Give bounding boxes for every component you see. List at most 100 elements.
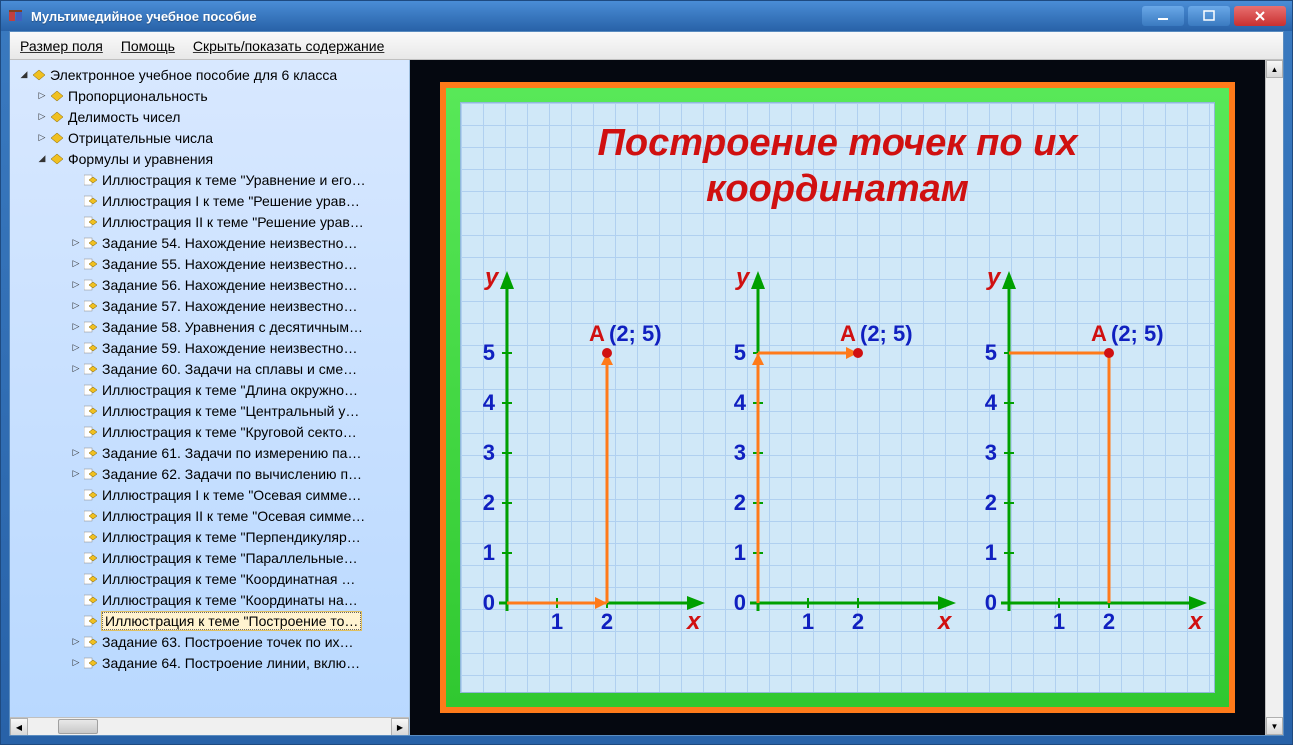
scroll-track[interactable] bbox=[28, 718, 391, 735]
titlebar[interactable]: Мультимедийное учебное пособие bbox=[1, 1, 1292, 31]
tree-item-label: Иллюстрация II к теме "Решение урав… bbox=[102, 214, 364, 230]
svg-text:3: 3 bbox=[733, 440, 745, 465]
tree-item-label: Задание 54. Нахождение неизвестно… bbox=[102, 235, 357, 251]
content-viewer: Построение точек по их координатам 1 2 3 4 5… bbox=[410, 60, 1283, 735]
toc-tree-pane: ◢Электронное учебное пособие для 6 класс… bbox=[10, 60, 410, 735]
svg-text:2: 2 bbox=[733, 490, 745, 515]
svg-text:x: x bbox=[936, 608, 953, 635]
tree-item[interactable]: Иллюстрация к теме "Центральный у… bbox=[14, 400, 409, 421]
scroll-thumb[interactable] bbox=[58, 719, 98, 734]
svg-text:А: А bbox=[1091, 321, 1107, 346]
tree-item[interactable]: Иллюстрация к теме "Параллельные… bbox=[14, 547, 409, 568]
slide-title: Построение точек по их координатам bbox=[461, 121, 1214, 212]
tree-item[interactable]: Иллюстрация I к теме "Решение урав… bbox=[14, 190, 409, 211]
tree-item-label: Задание 60. Задачи на сплавы и сме… bbox=[102, 361, 357, 377]
tree-item[interactable]: ▷Задание 57. Нахождение неизвестно… bbox=[14, 295, 409, 316]
tree-item-label: Задание 59. Нахождение неизвестно… bbox=[102, 340, 357, 356]
tree-item[interactable]: ▷Задание 56. Нахождение неизвестно… bbox=[14, 274, 409, 295]
tree-item-label: Иллюстрация к теме "Длина окружно… bbox=[102, 382, 358, 398]
tree-item[interactable]: Иллюстрация к теме "Координатная … bbox=[14, 568, 409, 589]
svg-text:4: 4 bbox=[482, 390, 495, 415]
tree-item[interactable]: ▷Делимость чисел bbox=[14, 106, 409, 127]
svg-text:0: 0 bbox=[482, 590, 494, 615]
svg-text:0: 0 bbox=[984, 590, 996, 615]
tree-item-label: Задание 56. Нахождение неизвестно… bbox=[102, 277, 357, 293]
tree-item-label: Задание 62. Задачи по вычислению п… bbox=[102, 466, 362, 482]
scroll-track[interactable] bbox=[1266, 78, 1283, 717]
svg-text:2: 2 bbox=[984, 490, 996, 515]
tree-item[interactable]: Иллюстрация к теме "Круговой секто… bbox=[14, 421, 409, 442]
tree-item[interactable]: Иллюстрация II к теме "Осевая симме… bbox=[14, 505, 409, 526]
scroll-down-button[interactable]: ▼ bbox=[1266, 717, 1283, 735]
svg-text:5: 5 bbox=[733, 340, 745, 365]
tree-item[interactable]: ▷Задание 58. Уравнения с десятичным… bbox=[14, 316, 409, 337]
tree-item[interactable]: Иллюстрация к теме "Уравнение и его… bbox=[14, 169, 409, 190]
tree-item[interactable]: Иллюстрация к теме "Построение то… bbox=[14, 610, 409, 631]
svg-text:y: y bbox=[986, 264, 1002, 291]
toc-tree[interactable]: ◢Электронное учебное пособие для 6 класс… bbox=[10, 60, 409, 717]
svg-text:3: 3 bbox=[984, 440, 996, 465]
svg-text:(2; 5): (2; 5) bbox=[1111, 321, 1164, 346]
scroll-up-button[interactable]: ▲ bbox=[1266, 60, 1283, 78]
svg-text:(2; 5): (2; 5) bbox=[609, 321, 662, 346]
tree-item[interactable]: Иллюстрация к теме "Координаты на… bbox=[14, 589, 409, 610]
window-title: Мультимедийное учебное пособие bbox=[31, 9, 1142, 24]
tree-item-label: Делимость чисел bbox=[68, 109, 180, 125]
svg-text:2: 2 bbox=[600, 609, 612, 634]
svg-text:2: 2 bbox=[1102, 609, 1114, 634]
tree-item[interactable]: ▷Задание 62. Задачи по вычислению п… bbox=[14, 463, 409, 484]
viewer-vscrollbar[interactable]: ▲ ▼ bbox=[1265, 60, 1283, 735]
tree-item[interactable]: ▷Задание 55. Нахождение неизвестно… bbox=[14, 253, 409, 274]
tree-item[interactable]: Иллюстрация I к теме "Осевая симме… bbox=[14, 484, 409, 505]
svg-text:0: 0 bbox=[733, 590, 745, 615]
tree-item-label: Иллюстрация к теме "Построение то… bbox=[102, 612, 361, 630]
tree-item-label: Иллюстрация к теме "Уравнение и его… bbox=[102, 172, 366, 188]
scroll-right-button[interactable]: ▶ bbox=[391, 718, 409, 735]
maximize-button[interactable] bbox=[1188, 6, 1230, 26]
slide-title-line1: Построение точек по их bbox=[461, 121, 1214, 167]
svg-text:А: А bbox=[840, 321, 856, 346]
svg-text:1: 1 bbox=[550, 609, 562, 634]
tree-item[interactable]: ▷Задание 60. Задачи на сплавы и сме… bbox=[14, 358, 409, 379]
coordinate-plot-2: 12345012yxА(2; 5) bbox=[718, 263, 958, 643]
tree-item-label: Задание 57. Нахождение неизвестно… bbox=[102, 298, 357, 314]
coordinate-plot-1: 12345012yxА(2; 5) bbox=[467, 263, 707, 643]
tree-item[interactable]: ▷Задание 59. Нахождение неизвестно… bbox=[14, 337, 409, 358]
tree-item[interactable]: ▷Задание 61. Задачи по измерению па… bbox=[14, 442, 409, 463]
slide-frame: Построение точек по их координатам 1 2 3 4 5… bbox=[440, 82, 1235, 713]
svg-text:1: 1 bbox=[482, 540, 494, 565]
svg-text:(2; 5): (2; 5) bbox=[860, 321, 913, 346]
svg-text:x: x bbox=[1187, 608, 1204, 635]
tree-item[interactable]: Иллюстрация к теме "Перпендикуляр… bbox=[14, 526, 409, 547]
tree-item[interactable]: ▷Отрицательные числа bbox=[14, 127, 409, 148]
svg-text:5: 5 bbox=[984, 340, 996, 365]
tree-item[interactable]: ▷Пропорциональность bbox=[14, 85, 409, 106]
scroll-left-button[interactable]: ◀ bbox=[10, 718, 28, 735]
svg-text:1: 1 bbox=[801, 609, 813, 634]
tree-hscrollbar[interactable]: ◀ ▶ bbox=[10, 717, 409, 735]
tree-item-label: Задание 63. Построение точек по их… bbox=[102, 634, 354, 650]
svg-text:2: 2 bbox=[482, 490, 494, 515]
menu-help[interactable]: Помощь bbox=[121, 38, 175, 54]
tree-item-label: Задание 64. Построение линии, вклю… bbox=[102, 655, 360, 671]
tree-item[interactable]: ▷Задание 64. Построение линии, вклю… bbox=[14, 652, 409, 673]
tree-item[interactable]: ▷Задание 54. Нахождение неизвестно… bbox=[14, 232, 409, 253]
close-button[interactable] bbox=[1234, 6, 1286, 26]
tree-root[interactable]: ◢Электронное учебное пособие для 6 класс… bbox=[14, 64, 409, 85]
tree-item[interactable]: Иллюстрация II к теме "Решение урав… bbox=[14, 211, 409, 232]
coordinate-plot-3: 12345012yxА(2; 5) bbox=[969, 263, 1209, 643]
tree-item[interactable]: ◢Формулы и уравнения bbox=[14, 148, 409, 169]
minimize-button[interactable] bbox=[1142, 6, 1184, 26]
svg-text:x: x bbox=[685, 608, 702, 635]
svg-text:1: 1 bbox=[984, 540, 996, 565]
menu-field-size[interactable]: Размер поля bbox=[20, 38, 103, 54]
tree-item[interactable]: Иллюстрация к теме "Длина окружно… bbox=[14, 379, 409, 400]
slide: Построение точек по их координатам 1 2 3 4 5… bbox=[460, 102, 1215, 693]
svg-text:y: y bbox=[735, 264, 751, 291]
tree-item-label: Задание 61. Задачи по измерению па… bbox=[102, 445, 361, 461]
menu-toggle-toc[interactable]: Скрыть/показать содержание bbox=[193, 38, 384, 54]
svg-text:А: А bbox=[589, 321, 605, 346]
app-icon bbox=[7, 7, 25, 25]
tree-item[interactable]: ▷Задание 63. Построение точек по их… bbox=[14, 631, 409, 652]
svg-text:3: 3 bbox=[482, 440, 494, 465]
